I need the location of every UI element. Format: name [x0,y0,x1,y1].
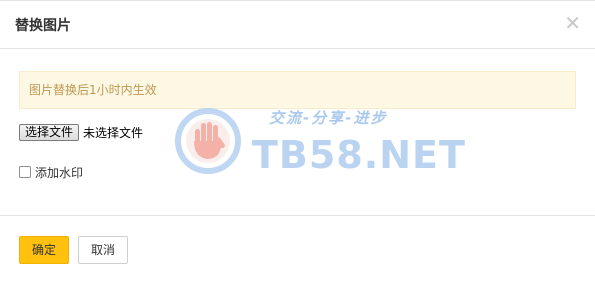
watermark-brand: TB58.NET [252,133,466,177]
file-status-text: 未选择文件 [83,125,144,140]
dialog-header: 替换图片 ✕ [0,1,595,49]
cancel-button[interactable]: 取消 [78,236,128,264]
dialog-title: 替换图片 [15,18,71,34]
add-watermark-label[interactable]: 添加水印 [35,164,83,181]
site-watermark: 交流-分享-进步 TB58.NET [174,105,465,185]
file-input: 选择文件 未选择文件 [19,123,143,141]
close-icon[interactable]: ✕ [564,11,581,35]
add-watermark-checkbox[interactable] [19,166,31,178]
replace-image-dialog: 替换图片 ✕ 图片替换后1小时内生效 选择文件 未选择文件 添加水印 确定 取消… [0,0,595,281]
notice-banner: 图片替换后1小时内生效 [19,71,576,109]
footer-divider [0,215,595,216]
hand-logo-icon [175,108,241,174]
choose-file-button[interactable]: 选择文件 [19,123,80,141]
add-watermark-option: 添加水印 [19,164,83,180]
watermark-tagline: 交流-分享-进步 [269,109,388,127]
confirm-button[interactable]: 确定 [19,236,69,264]
